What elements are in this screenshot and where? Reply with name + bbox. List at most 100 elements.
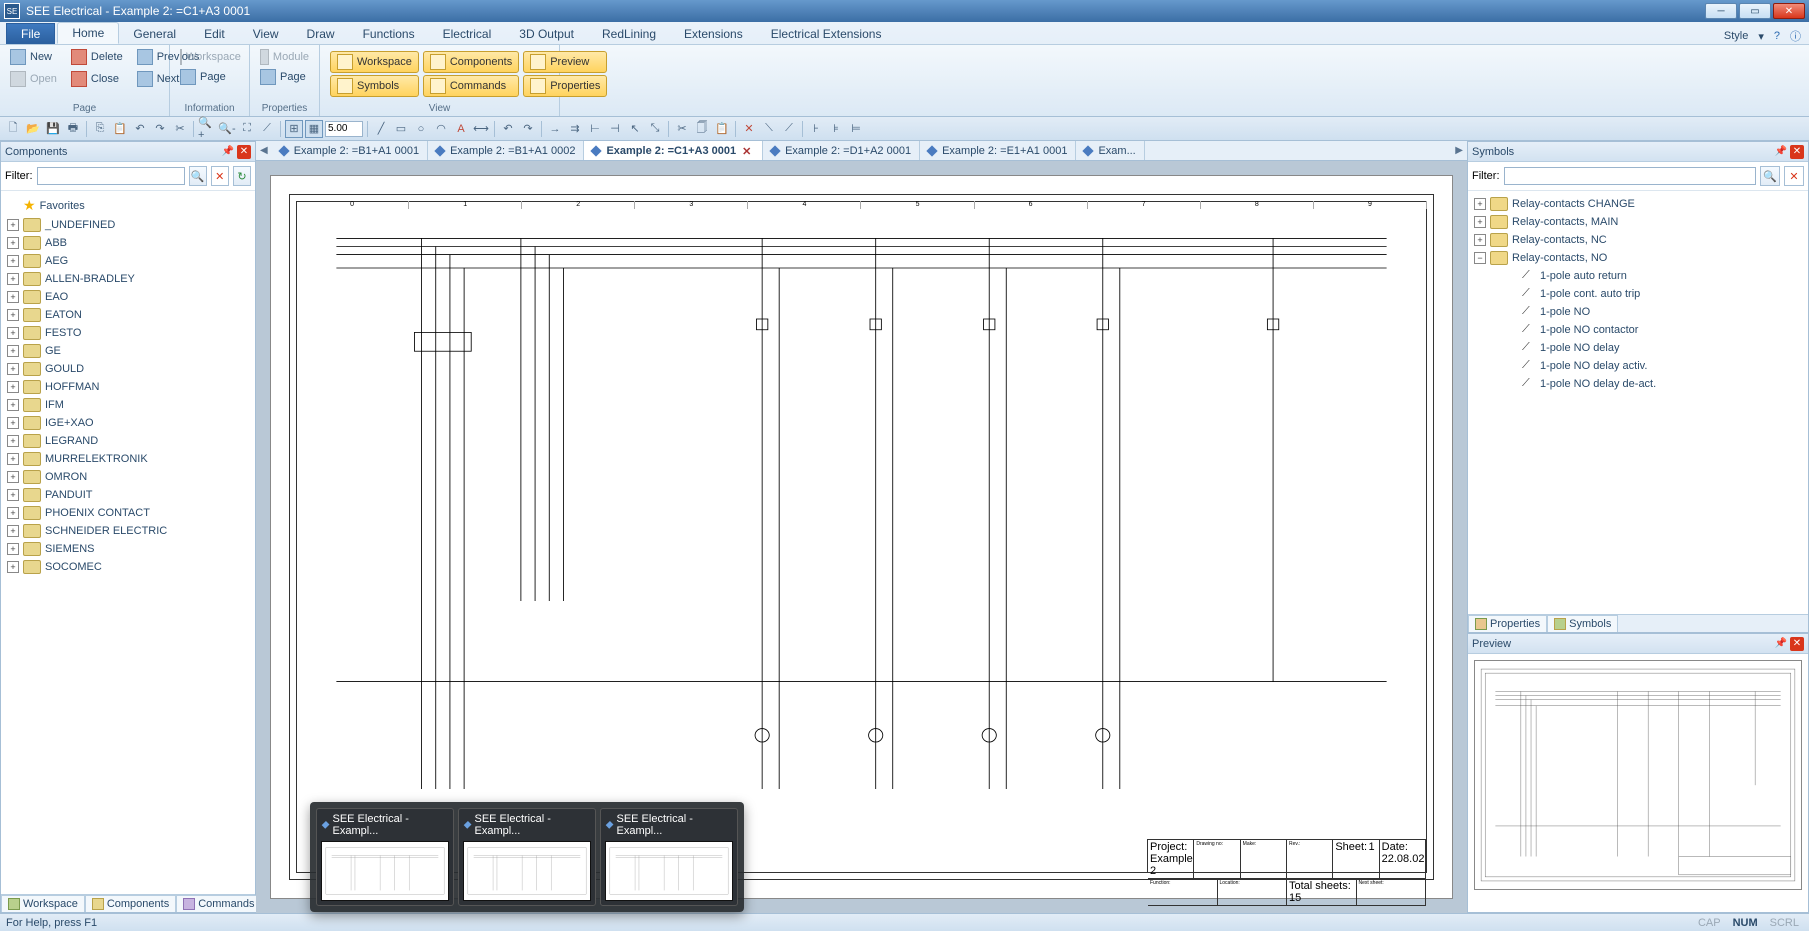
maximize-button[interactable]: ▭ <box>1739 3 1771 19</box>
component-item[interactable]: +MURRELEKTRONIK <box>1 450 255 468</box>
symbols-tab[interactable]: Symbols <box>1547 615 1618 632</box>
expand-icon[interactable]: + <box>7 345 19 357</box>
expand-icon[interactable]: + <box>7 237 19 249</box>
expand-icon[interactable]: + <box>7 561 19 573</box>
ribbon-tab-home[interactable]: Home <box>57 22 119 44</box>
symbol-item[interactable]: ⟋1-pole NO delay <box>1468 339 1808 357</box>
component-item[interactable]: +SIEMENS <box>1 540 255 558</box>
expand-icon[interactable]: + <box>1474 198 1486 210</box>
symbol-folder[interactable]: +Relay-contacts, NC <box>1468 231 1808 249</box>
qat-measure-icon[interactable]: ⟋ <box>258 120 276 138</box>
view-symbols-button[interactable]: Symbols <box>330 75 419 97</box>
expand-icon[interactable]: + <box>7 363 19 375</box>
document-tab[interactable]: Example 2: =B1+A1 0002 <box>428 141 584 161</box>
component-item[interactable]: +IGE+XAO <box>1 414 255 432</box>
qat-zoom-out-icon[interactable]: 🔍- <box>218 120 236 138</box>
symbol-folder[interactable]: +Relay-contacts, MAIN <box>1468 213 1808 231</box>
workspace-info-button[interactable]: Workspace <box>176 47 243 67</box>
commands-tab[interactable]: Commands <box>176 895 261 912</box>
tab-close-icon[interactable]: ✕ <box>742 145 754 157</box>
component-item[interactable]: +GOULD <box>1 360 255 378</box>
component-item[interactable]: +GE <box>1 342 255 360</box>
qat-extend-icon[interactable]: ⟋ <box>780 120 798 138</box>
qat-text-icon[interactable]: A <box>452 120 470 138</box>
taskbar-preview-item[interactable]: SEE Electrical - Exampl... <box>316 808 454 906</box>
ribbon-tab-edit[interactable]: Edit <box>190 24 239 44</box>
expand-icon[interactable]: + <box>7 273 19 285</box>
qat-paste2-icon[interactable]: 📋 <box>713 120 731 138</box>
ribbon-tab-elec-extensions[interactable]: Electrical Extensions <box>757 24 896 44</box>
symbol-folder[interactable]: +Relay-contacts CHANGE <box>1468 195 1808 213</box>
expand-icon[interactable]: + <box>7 435 19 447</box>
qat-grid-icon[interactable]: ▦ <box>305 120 323 138</box>
component-item[interactable]: +HOFFMAN <box>1 378 255 396</box>
expand-icon[interactable]: + <box>7 471 19 483</box>
expand-icon[interactable]: + <box>7 291 19 303</box>
document-tab[interactable]: Example 2: =E1+A1 0001 <box>920 141 1076 161</box>
ribbon-tab-general[interactable]: General <box>119 24 190 44</box>
ribbon-tab-electrical[interactable]: Electrical <box>429 24 506 44</box>
qat-delete-icon[interactable]: ✕ <box>740 120 758 138</box>
qat-select-icon[interactable]: ↖ <box>626 120 644 138</box>
document-tab[interactable]: Example 2: =D1+A2 0001 <box>763 141 920 161</box>
qat-open-icon[interactable]: 📂 <box>24 120 42 138</box>
workspace-tab[interactable]: Workspace <box>1 895 85 912</box>
qat-zoom-fit-icon[interactable]: ⛶ <box>238 120 256 138</box>
component-item[interactable]: +ABB <box>1 234 255 252</box>
component-item[interactable]: +PHOENIX CONTACT <box>1 504 255 522</box>
symbols-close-button[interactable]: ✕ <box>1790 145 1804 159</box>
panel-close-button[interactable]: ✕ <box>237 145 251 159</box>
qat-align3-icon[interactable]: ⊨ <box>847 120 865 138</box>
qat-new-icon[interactable]: 🗋 <box>4 120 22 138</box>
qat-wire-icon[interactable]: → <box>546 120 564 138</box>
component-item[interactable]: +FESTO <box>1 324 255 342</box>
symbol-item[interactable]: ⟋1-pole NO contactor <box>1468 321 1808 339</box>
symbol-item[interactable]: ⟋1-pole auto return <box>1468 267 1808 285</box>
delete-page-button[interactable]: Delete <box>67 47 127 67</box>
properties-tab[interactable]: Properties <box>1468 615 1547 632</box>
expand-icon[interactable]: + <box>7 399 19 411</box>
help-icon[interactable]: ? <box>1774 30 1780 42</box>
components-tab[interactable]: Components <box>85 895 176 912</box>
component-item[interactable]: +ALLEN-BRADLEY <box>1 270 255 288</box>
expand-icon[interactable]: + <box>7 453 19 465</box>
taskbar-preview-item[interactable]: SEE Electrical - Exampl... <box>458 808 596 906</box>
file-tab[interactable]: File <box>6 23 55 44</box>
component-item[interactable]: +SCHNEIDER ELECTRIC <box>1 522 255 540</box>
expand-icon[interactable]: + <box>7 507 19 519</box>
expand-icon[interactable]: + <box>7 525 19 537</box>
document-tab[interactable]: Example 2: =B1+A1 0001 <box>272 141 428 161</box>
qat-cut2-icon[interactable]: ✂ <box>673 120 691 138</box>
component-item[interactable]: +PANDUIT <box>1 486 255 504</box>
favorites-item[interactable]: ★Favorites <box>1 195 255 216</box>
qat-cut-icon[interactable]: ✂ <box>171 120 189 138</box>
expand-icon[interactable]: + <box>7 255 19 267</box>
expand-icon[interactable]: + <box>7 309 19 321</box>
module-props-button[interactable]: Module <box>256 47 313 67</box>
qat-save-icon[interactable]: 💾 <box>44 120 62 138</box>
view-workspace-button[interactable]: Workspace <box>330 51 419 73</box>
taskbar-previews[interactable]: SEE Electrical - Exampl...SEE Electrical… <box>310 802 744 912</box>
qat-ellipse-icon[interactable]: ○ <box>412 120 430 138</box>
qat-dimension-icon[interactable]: ⟷ <box>472 120 490 138</box>
qat-wireset-icon[interactable]: ⇉ <box>566 120 584 138</box>
symbol-folder[interactable]: −Relay-contacts, NO <box>1468 249 1808 267</box>
qat-break-icon[interactable]: ⊢ <box>586 120 604 138</box>
expand-icon[interactable]: + <box>7 417 19 429</box>
tabs-scroll-right[interactable]: ▶ <box>1451 145 1467 156</box>
qat-redo2-icon[interactable]: ↷ <box>519 120 537 138</box>
new-page-button[interactable]: New <box>6 47 61 67</box>
qat-redo-icon[interactable]: ↷ <box>151 120 169 138</box>
components-filter-input[interactable] <box>37 167 185 185</box>
view-commands-button[interactable]: Commands <box>423 75 519 97</box>
ribbon-tab-redlining[interactable]: RedLining <box>588 24 670 44</box>
expand-icon[interactable]: + <box>1474 216 1486 228</box>
qat-pick-icon[interactable]: ⤡ <box>646 120 664 138</box>
expand-icon[interactable]: + <box>7 381 19 393</box>
symbols-filter-apply[interactable]: 🔍 <box>1760 166 1780 186</box>
tabs-scroll-left[interactable]: ◀ <box>256 145 272 156</box>
qat-copy-icon[interactable]: ⎘ <box>91 120 109 138</box>
component-item[interactable]: +EATON <box>1 306 255 324</box>
pin-icon[interactable]: 📌 <box>1774 145 1788 159</box>
ribbon-tab-view[interactable]: View <box>239 24 293 44</box>
